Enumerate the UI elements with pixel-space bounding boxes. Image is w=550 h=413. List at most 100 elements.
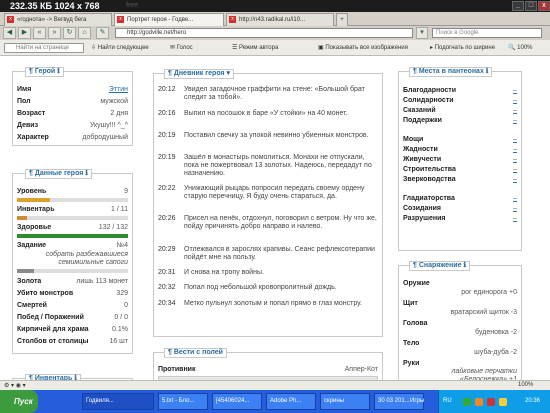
taskbar-button[interactable]: скрины [320,393,370,410]
hero-name-link[interactable]: Эттин [109,85,128,94]
pantheon-link[interactable]: – [513,86,517,95]
status-icons: ⚙ ▾ ◉ ▾ [4,383,26,389]
row-value: 2 дня [110,110,128,117]
entry-text: Присел на пенёк, отдохнул, поговорил с в… [184,215,377,230]
pantheon-link[interactable]: – [513,116,517,125]
fit-width-button[interactable]: ▸ Подогнать по ширине [430,43,495,53]
pantheon-link[interactable]: – [513,155,517,164]
row-label: Возраст [17,110,46,117]
pantheon-label: Солидарности [403,97,454,104]
show-images-button[interactable]: ▣ Показывать все изображения [318,43,408,53]
pantheon-link[interactable]: – [513,106,517,115]
quest-progress-bar [17,269,128,273]
dropdown-icon[interactable]: ▾ [416,27,428,39]
status-zoom[interactable]: 100% [518,382,533,388]
row-value: добродушный [82,134,128,141]
taskbar-button[interactable]: [45406024... [212,393,262,410]
find-input[interactable]: Найти на странице [4,43,84,53]
pantheon-panel: ¶ Места в пантеонах ℹ Благодарности – Соли… [398,67,522,251]
taskbar-button[interactable]: 5.txt - Бло... [158,393,208,410]
tray-icon[interactable] [475,398,483,406]
lang-indicator[interactable]: RU [443,398,452,404]
taskbar-button[interactable]: Годвиля... [82,393,154,410]
pantheon-link[interactable]: – [513,214,517,223]
pantheon-link[interactable]: – [513,165,517,174]
page-toolbar: Найти на странице ⇩ Найти следующее ✉ Го… [0,40,550,56]
tray-icon[interactable] [463,398,471,406]
row-value: 0 [124,302,128,309]
pantheon-link[interactable]: – [513,145,517,154]
edit-icon[interactable]: ✎ [96,27,109,39]
taskbar-button[interactable]: Adobe Ph... [266,393,316,410]
row-label: Задание [17,242,47,249]
equip-item: рог единорога +0 [461,289,517,296]
system-tray: RU 20:36 [438,390,550,413]
hero-data-title-text: Данные героя [34,170,84,177]
author-mode-label: Режим автора [239,45,279,51]
hero-row-gender: Пол мужской [17,97,128,106]
reload-icon[interactable]: ↻ [63,27,76,39]
taskbar: Пуск Годвиля... 5.txt - Бло... [45406024..… [0,390,550,413]
quest-number: №4 [116,242,128,249]
voice-button[interactable]: ✉ Голос [170,43,193,53]
pantheon-row: Сказаний – [403,106,517,115]
inventory-row: Инвентарь 1 / 11 [17,205,128,214]
pantheon-link[interactable]: – [513,96,517,105]
home-icon[interactable]: ⌂ [78,27,91,39]
row-label: Смертей [17,302,47,309]
inventory-progress-bar [17,216,128,220]
diary-entry: 20:12 Увидел загадочное граффити на стене… [158,86,378,102]
close-tab-icon[interactable]: x [229,16,236,23]
equip-slot: Оружие [403,280,430,287]
pantheon-label: Живучести [403,156,442,163]
pantheon-link[interactable]: – [513,135,517,144]
back-icon[interactable]: ◀ [3,27,16,39]
close-tab-icon[interactable]: x [7,16,14,23]
tab-3[interactable]: x http://n43.radikal.ru/i10... [226,13,334,26]
hero-row-character: Характер добродушный [17,133,128,142]
row-value: Укушу!!! ^_^ [89,122,128,129]
clock[interactable]: 20:36 [525,398,540,404]
tab-bar: x «годнота» -> Вегвуд бега x Портрет героя… [0,12,550,26]
find-next-button[interactable]: ⇩ Найти следующее [91,43,149,53]
close-button[interactable]: x [538,1,550,11]
entry-time: 20:12 [158,86,176,93]
pantheon-link[interactable]: – [513,194,517,203]
tray-icon[interactable] [487,398,495,406]
rewind-icon[interactable]: « [33,27,46,39]
pantheon-label: Сказаний [403,107,436,114]
new-tab-button[interactable]: + [336,13,348,26]
entry-time: 20:29 [158,246,176,253]
games-toolbar[interactable]: Игры [410,398,424,404]
tab-1[interactable]: x «годнота» -> Вегвуд бега [4,13,112,26]
pantheon-label: Разрушения [403,215,446,222]
address-field[interactable]: http://godville.net/hero [115,28,413,38]
pantheon-link[interactable]: – [513,175,517,184]
row-label: Золота [17,278,42,285]
row-label: Характер [17,134,49,141]
maximize-button[interactable]: □ [525,1,537,11]
minimize-button[interactable]: _ [512,1,524,11]
zoom-select[interactable]: 🔍 100% [508,43,533,53]
close-tab-icon[interactable]: x [117,16,124,23]
enemy-name: Аппер-Кот [344,366,378,373]
tab-2[interactable]: x Портрет героя - Годве... [114,13,224,26]
pantheon-label: Жадности [403,146,438,153]
row-label: Убито монстров [17,290,74,297]
entry-time: 20:34 [158,300,176,307]
tab-label: Портрет героя - Годве... [127,17,194,23]
pantheon-row: Созидания – [403,204,517,213]
diary-panel-title[interactable]: ¶ Дневник героя ▾ [164,69,235,79]
fast-forward-icon[interactable]: » [48,27,61,39]
equip-label-body: Тело [403,339,517,348]
search-input[interactable]: Поиск в Google [432,28,542,38]
author-mode-button[interactable]: ☰ Режим автора [232,43,278,53]
hero-data-panel: ¶ Данные героя ℹ Уровень 9 Инвентарь 1 / 1… [12,169,133,354]
equip-label-hands: Руки [403,359,517,368]
distance-row: Столбов от столицы 16 шт [17,337,128,346]
tray-icon[interactable] [499,398,507,406]
equip-value-head: буденовка -2 [403,328,517,337]
start-button[interactable]: Пуск [0,390,38,413]
pantheon-link[interactable]: – [513,204,517,213]
forward-icon[interactable]: ▶ [18,27,31,39]
